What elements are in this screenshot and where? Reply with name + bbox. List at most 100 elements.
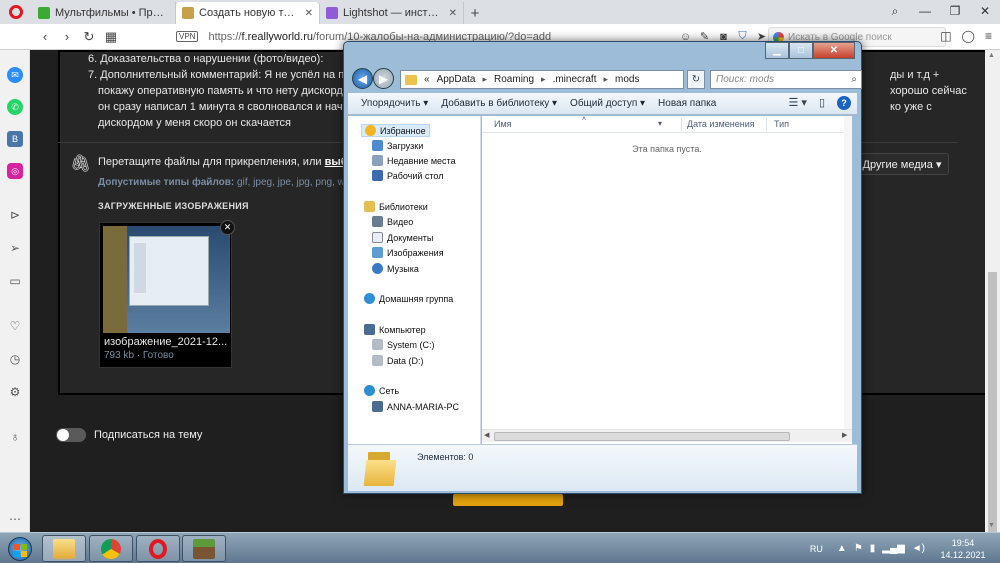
easy-setup-icon[interactable]: ≡	[985, 29, 992, 43]
tab-create-topic[interactable]: Создать новую тему - Rea ✕	[176, 2, 320, 24]
nav-pc[interactable]: ANNA-MARIA-PC	[372, 401, 459, 412]
nav-favorites[interactable]: Избранное	[361, 124, 430, 137]
nav-homegroup[interactable]: Домашняя группа	[364, 293, 453, 304]
taskbar-opera[interactable]	[136, 535, 180, 562]
start-button[interactable]	[2, 534, 38, 563]
minimize-button[interactable]: —	[910, 0, 940, 22]
profile-icon[interactable]: ◯	[962, 29, 975, 43]
breadcrumb-roaming[interactable]: Roaming	[494, 74, 534, 85]
nav-drive-d[interactable]: Data (D:)	[372, 355, 424, 366]
vpn-badge[interactable]: VPN	[176, 31, 199, 42]
nav-documents[interactable]: Документы	[372, 232, 433, 243]
subscribe-toggle-row[interactable]: Подписаться на тему	[56, 428, 202, 442]
back-arrow-icon[interactable]: ◀	[352, 68, 373, 89]
column-date-modified[interactable]: Дата изменения	[687, 119, 755, 129]
language-indicator[interactable]: RU	[810, 544, 823, 554]
file-list-vscroll[interactable]	[844, 116, 852, 429]
tips-bulb-icon[interactable]: ♁	[7, 429, 23, 445]
scroll-up-icon[interactable]: ▲	[988, 52, 995, 59]
view-mode-icon[interactable]: ☰ ▾	[788, 96, 806, 110]
close-button[interactable]: ✕	[970, 0, 1000, 22]
history-icon[interactable]: ◷	[7, 351, 23, 367]
snapshot-icon[interactable]: ◫	[940, 29, 951, 43]
submit-button[interactable]	[453, 494, 563, 506]
tab-lightshot[interactable]: Lightshot — инструмент сн ✕	[320, 2, 464, 24]
scroll-down-icon[interactable]: ▼	[988, 522, 995, 529]
file-list-hscroll[interactable]: ◀ ▶	[482, 429, 852, 442]
tab-cartoons[interactable]: Мультфильмы • Просмотр	[32, 2, 176, 24]
flow-icon[interactable]: ➢	[7, 240, 23, 256]
settings-gear-icon[interactable]: ⚙	[7, 384, 23, 400]
network-signal-icon[interactable]: ▂▄▆	[882, 543, 904, 554]
explorer-search-input[interactable]: Поиск: mods ⌕	[710, 70, 862, 89]
file-list[interactable]: Имя ˄ ▾ Дата изменения Тип Эта папка пус…	[482, 116, 852, 444]
nav-drive-c[interactable]: System (C:)	[372, 339, 435, 350]
scroll-left-icon[interactable]: ◀	[484, 431, 489, 439]
maximize-button[interactable]: ❐	[940, 0, 970, 22]
tray-expand-icon[interactable]: ▲	[837, 543, 847, 554]
more-icon[interactable]: ⋯	[7, 511, 23, 527]
nav-music[interactable]: Музыка	[372, 263, 419, 274]
breadcrumb-minecraft[interactable]: .minecraft	[553, 74, 597, 85]
flag-icon[interactable]: ⚑	[854, 543, 863, 554]
breadcrumb-appdata[interactable]: AppData	[437, 74, 476, 85]
vk-icon[interactable]: В	[7, 131, 23, 147]
breadcrumb-overflow[interactable]: «	[424, 74, 430, 85]
column-dropdown-icon[interactable]: ▾	[658, 119, 662, 128]
share-with-button[interactable]: Общий доступ ▾	[570, 98, 645, 109]
help-icon[interactable]: ?	[837, 96, 851, 110]
opera-menu-button[interactable]	[0, 0, 32, 24]
close-tab-icon[interactable]: ✕	[449, 8, 457, 19]
nav-downloads[interactable]: Загрузки	[372, 140, 423, 151]
remove-image-icon[interactable]: ✕	[220, 220, 235, 235]
minimize-button[interactable]: ▁	[765, 42, 789, 59]
scroll-right-icon[interactable]: ▶	[842, 431, 847, 439]
messenger-icon[interactable]: ✉	[7, 67, 23, 83]
nav-computer[interactable]: Компьютер	[364, 324, 426, 335]
libraries-icon	[364, 201, 375, 212]
other-media-button[interactable]: Другие медиа ▾	[855, 153, 949, 175]
reload-icon[interactable]: ↻	[78, 29, 100, 45]
player-icon[interactable]: ⊳	[7, 207, 23, 223]
explorer-breadcrumb[interactable]: « AppData ▸ Roaming ▸ .minecraft ▸ mods	[400, 70, 684, 89]
new-tab-button[interactable]: +	[464, 2, 486, 24]
clock[interactable]: 19:54 14.12.2021	[932, 537, 994, 561]
tab-favicon-icon	[182, 7, 194, 19]
close-button[interactable]: ✕	[813, 42, 855, 59]
maximize-button[interactable]: □	[789, 42, 813, 59]
add-to-library-button[interactable]: Добавить в библиотеку ▾	[441, 98, 557, 109]
column-name[interactable]: Имя	[494, 119, 512, 129]
nav-network[interactable]: Сеть	[364, 385, 399, 396]
nav-recent[interactable]: Недавние места	[372, 155, 456, 166]
forward-icon[interactable]: ›	[56, 29, 78, 44]
nav-libraries[interactable]: Библиотеки	[364, 201, 428, 212]
taskbar-explorer[interactable]	[42, 535, 86, 562]
nav-video[interactable]: Видео	[372, 216, 413, 227]
wallet-icon[interactable]: ▭	[7, 273, 23, 289]
taskbar-minecraft[interactable]	[182, 535, 226, 562]
bookmarks-heart-icon[interactable]: ♡	[7, 318, 23, 334]
whatsapp-icon[interactable]: ✆	[7, 99, 23, 115]
device-icon[interactable]: ▮	[870, 543, 876, 554]
organize-button[interactable]: Упорядочить ▾	[361, 98, 428, 109]
hscroll-thumb[interactable]	[494, 432, 790, 441]
scrollbar-thumb[interactable]	[988, 272, 997, 532]
breadcrumb-mods[interactable]: mods	[615, 74, 639, 85]
preview-pane-icon[interactable]: ▯	[819, 96, 825, 110]
volume-icon[interactable]: ◄)	[912, 543, 925, 554]
back-icon[interactable]: ‹	[34, 29, 56, 44]
subscribe-toggle[interactable]	[56, 428, 86, 442]
close-tab-icon[interactable]: ✕	[305, 8, 313, 19]
page-scrollbar[interactable]: ▲ ▼	[985, 50, 1000, 532]
instagram-icon[interactable]: ◎	[7, 163, 23, 179]
new-folder-button[interactable]: Новая папка	[658, 98, 716, 109]
nav-desktop[interactable]: Рабочий стол	[372, 170, 444, 181]
video-icon	[372, 216, 383, 227]
home-grid-icon[interactable]: ▦	[100, 29, 122, 45]
search-tabs-icon[interactable]: ⌕	[880, 0, 910, 22]
column-type[interactable]: Тип	[774, 119, 789, 129]
taskbar-chrome[interactable]	[89, 535, 133, 562]
forward-arrow-icon[interactable]: ▶	[373, 68, 394, 89]
refresh-icon[interactable]: ↻	[687, 70, 705, 89]
nav-images[interactable]: Изображения	[372, 247, 444, 258]
